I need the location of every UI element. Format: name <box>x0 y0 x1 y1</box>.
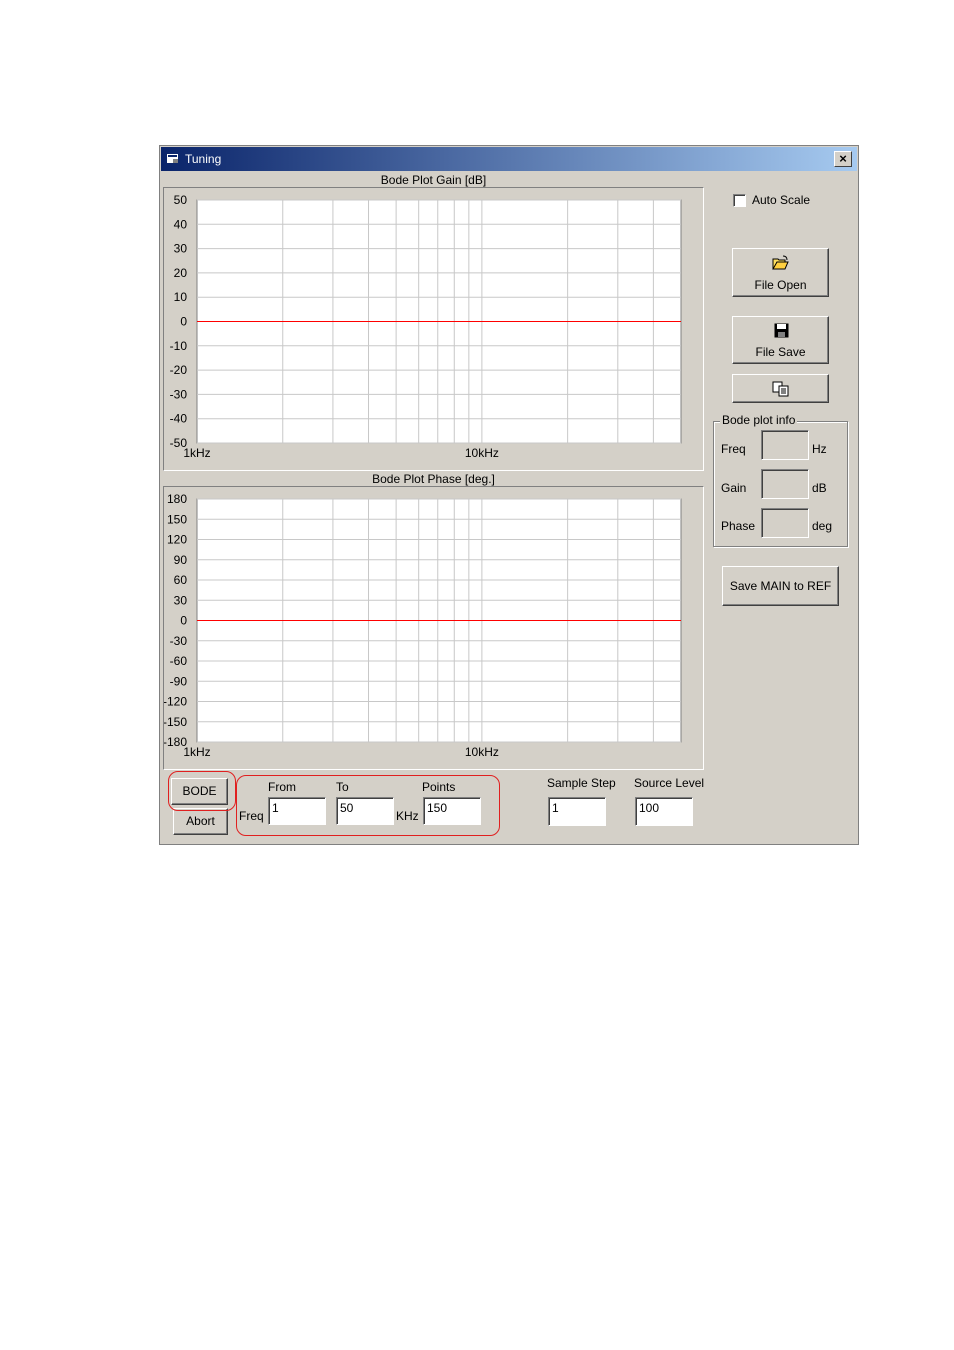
phase-y-tick-label: -30 <box>170 634 188 648</box>
window-icon <box>167 154 178 163</box>
gain-y-tick-label: 50 <box>174 193 188 207</box>
gain-chart-title: Bode Plot Gain [dB] <box>380 173 487 187</box>
phase-y-tick-label: 90 <box>174 553 188 567</box>
phase-y-tick-label: 150 <box>167 512 187 526</box>
info-phase-field <box>761 508 809 538</box>
info-phase-unit: deg <box>812 519 833 533</box>
window-title: Tuning <box>185 152 222 166</box>
gain-y-tick-label: -20 <box>170 363 188 377</box>
phase-y-tick-label: 30 <box>174 593 188 607</box>
gain-x-tick-label: 10kHz <box>465 446 499 460</box>
phase-y-tick-label: -60 <box>170 654 188 668</box>
gain-y-tick-label: -10 <box>170 339 188 353</box>
phase-chart: 1801501209060300-30-60-90-120-150-1801kH… <box>163 492 682 759</box>
gain-y-tick-label: -30 <box>170 387 188 401</box>
source-level-input[interactable]: 100 <box>635 797 693 826</box>
abort-button[interactable]: Abort <box>173 808 228 835</box>
auto-scale-checkbox[interactable] <box>733 194 746 207</box>
gain-y-tick-label: 10 <box>174 290 188 304</box>
source-level-label: Source Level <box>634 776 705 790</box>
sample-step-input[interactable]: 1 <box>548 797 606 826</box>
phase-y-tick-label: 0 <box>180 614 187 628</box>
bode-plot-info-title: Bode plot info <box>720 413 798 427</box>
gain-chart-frame: 50 40 30 20 10 0 -10 -20 -30 -40 -50 1kHz 10kHz <box>163 187 704 471</box>
phase-y-tick-label: 60 <box>174 573 188 587</box>
auto-scale-label[interactable]: Auto Scale <box>752 193 810 207</box>
copy-icon <box>772 381 789 397</box>
tuning-window: Tuning × Bode Plot Gain [dB] 50 40 30 20 10 0… <box>159 145 859 845</box>
info-gain-label: Gain <box>721 481 747 495</box>
gain-y-tick-label: 30 <box>174 242 188 256</box>
phase-x-tick-label: 10kHz <box>465 745 499 759</box>
gain-y-tick-label: -40 <box>170 412 188 426</box>
floppy-disk-icon <box>774 323 789 338</box>
freq-range-highlight <box>236 775 500 836</box>
file-save-button[interactable]: File Save <box>732 316 829 364</box>
info-gain-field <box>761 469 809 499</box>
info-freq-label: Freq <box>721 442 746 456</box>
phase-chart-title: Bode Plot Phase [deg.] <box>372 472 495 486</box>
copy-button[interactable] <box>732 374 829 403</box>
bode-highlight <box>168 771 236 811</box>
gain-y-tick-label: 0 <box>180 315 187 329</box>
phase-x-tick-label: 1kHz <box>183 745 210 759</box>
info-gain-unit: dB <box>812 481 827 495</box>
phase-y-tick-label: 120 <box>167 533 187 547</box>
folder-open-icon <box>772 255 789 270</box>
info-freq-field <box>761 430 809 460</box>
phase-chart-frame: 180 150 120 90 60 30 0 -30 -60 -90 -120 -150 -180 1kH… <box>163 486 704 770</box>
phase-y-tick-label: -120 <box>164 695 187 709</box>
title-bar[interactable]: Tuning × <box>161 147 857 171</box>
gain-y-tick-label: 20 <box>174 266 188 280</box>
gain-y-tick-label: 40 <box>174 217 188 231</box>
phase-y-tick-label: -150 <box>164 715 187 729</box>
gain-x-tick-label: 1kHz <box>183 446 210 460</box>
file-open-label: File Open <box>754 278 807 292</box>
phase-y-tick-label: 180 <box>167 492 187 506</box>
phase-y-tick-label: -90 <box>170 674 188 688</box>
file-save-label: File Save <box>755 345 806 359</box>
close-button[interactable]: × <box>834 151 852 167</box>
info-phase-label: Phase <box>721 519 756 533</box>
sample-step-label: Sample Step <box>547 776 616 790</box>
gain-chart: 50403020100-10-20-30-40-501kHz 10kHz <box>170 193 682 460</box>
save-main-to-ref-button[interactable]: Save MAIN to REF <box>722 566 839 606</box>
file-open-button[interactable]: File Open <box>732 248 829 297</box>
info-freq-unit: Hz <box>812 442 827 456</box>
